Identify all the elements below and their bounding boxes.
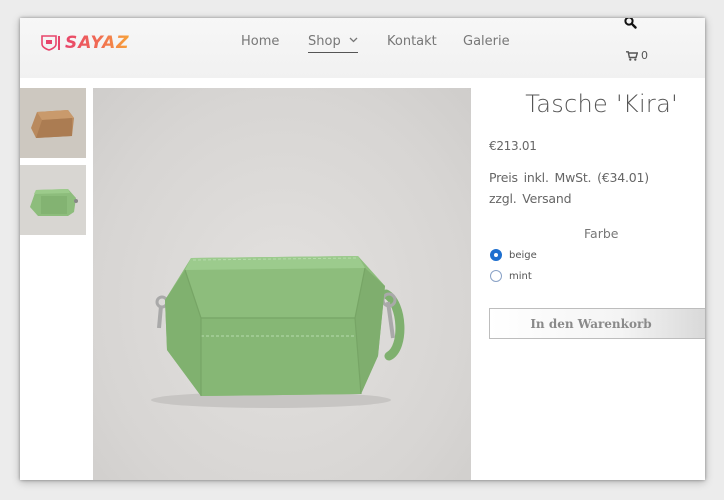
option-label-beige: beige (509, 249, 537, 261)
nav-kontakt[interactable]: Kontakt (387, 34, 437, 49)
site-header: SAYAZ Home Shop Kontakt Galerie 0 (20, 18, 705, 78)
search-icon[interactable] (624, 18, 637, 29)
browser-window: SAYAZ Home Shop Kontakt Galerie 0 Tasche… (20, 18, 705, 480)
radio-mint[interactable] (490, 270, 502, 282)
bag-beige-image (20, 88, 86, 158)
logo-divider (58, 36, 60, 50)
cart-icon (626, 50, 638, 61)
add-to-cart-button[interactable]: In den Warenkorb (489, 308, 705, 339)
nav-shop-label: Shop (308, 34, 341, 49)
brand-logo[interactable]: SAYAZ (40, 33, 130, 53)
color-option-mint[interactable]: mint (490, 270, 532, 282)
cart-button[interactable]: 0 (626, 49, 648, 62)
option-label-mint: mint (509, 270, 532, 282)
cart-count: 0 (641, 49, 648, 62)
thumbnail-mint[interactable] (20, 165, 86, 235)
brand-name: SAYAZ (65, 33, 130, 53)
radio-beige[interactable] (490, 249, 502, 261)
nav-galerie[interactable]: Galerie (463, 34, 510, 49)
nav-home[interactable]: Home (241, 34, 279, 49)
bag-mint-image (20, 165, 86, 235)
tax-line: Preis inkl. MwSt. (€34.01) (489, 170, 649, 185)
color-option-beige[interactable]: beige (490, 249, 537, 261)
product-title: Tasche 'Kira' (525, 90, 678, 118)
thumbnail-beige[interactable] (20, 88, 86, 158)
color-label: Farbe (584, 226, 619, 241)
product-main-image (93, 88, 471, 480)
mint-bag-photo (151, 256, 405, 408)
product-price: €213.01 (489, 139, 537, 153)
nav-shop[interactable]: Shop (308, 34, 358, 53)
shipping-line: zzgl. Versand (489, 191, 572, 206)
tax-info: Preis inkl. MwSt. (€34.01) zzgl. Versand (489, 167, 704, 209)
shield-icon (41, 35, 57, 51)
chevron-down-icon (349, 37, 358, 43)
